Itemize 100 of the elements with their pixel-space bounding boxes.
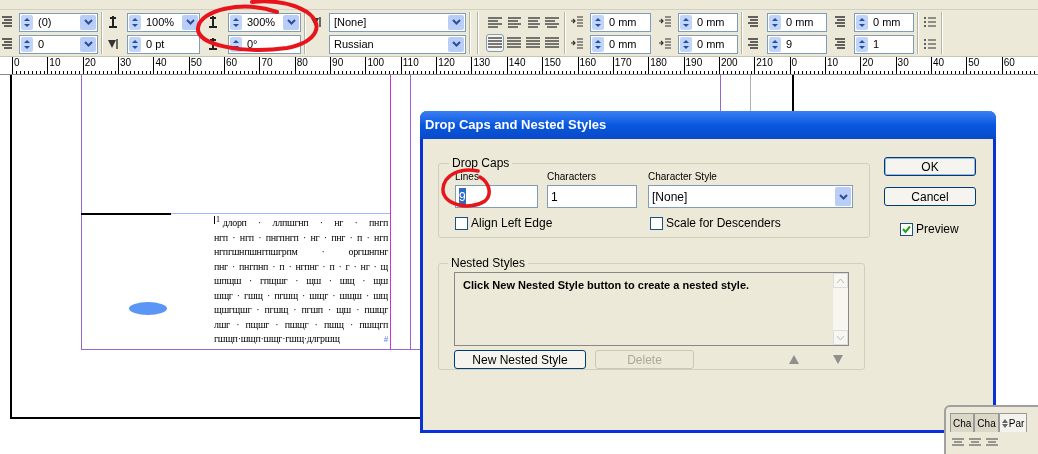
spinner-icon[interactable] <box>592 36 604 52</box>
checkbox[interactable] <box>900 222 913 236</box>
expand-icon <box>1001 418 1008 428</box>
dropdown-button[interactable] <box>182 14 198 30</box>
spinner-icon[interactable] <box>230 14 242 30</box>
ruler-label: 30 <box>120 58 132 68</box>
spinner-icon[interactable] <box>769 14 781 30</box>
kerning-field[interactable]: (0) <box>19 12 98 32</box>
ruler-label: 10 <box>49 58 61 68</box>
last-line-indent-field[interactable]: 0 mm <box>678 34 738 54</box>
left-indent-icon <box>569 14 585 30</box>
spinner-icon[interactable] <box>21 14 33 30</box>
new-nested-style-button[interactable]: New Nested Style <box>454 350 586 369</box>
ok-button[interactable]: OK <box>884 157 976 176</box>
move-down-icon[interactable] <box>833 355 843 364</box>
ruler-label: 110 <box>402 58 419 68</box>
spinner-icon[interactable] <box>680 14 692 30</box>
checkbox-label: Align Left Edge <box>471 215 553 232</box>
chevron-down-icon <box>838 193 848 200</box>
align-button[interactable] <box>486 34 504 52</box>
drop-cap-lines-field[interactable]: 9 <box>767 34 827 54</box>
panel-tab[interactable]: Cha <box>974 413 999 432</box>
text-line: щшгщшг · пгшщ · пгшп · щш · пшщг <box>214 303 388 317</box>
dropdown-button[interactable] <box>448 14 464 30</box>
numbered-list-icon <box>922 36 938 52</box>
ruler-label: 120 <box>438 58 455 68</box>
spinner-icon[interactable] <box>129 36 141 52</box>
dropdown-button[interactable] <box>448 36 464 52</box>
cancel-button[interactable]: Cancel <box>884 187 976 206</box>
move-up-icon[interactable] <box>789 355 799 364</box>
ruler-label: 140 <box>508 58 526 68</box>
panel-tab[interactable]: Par <box>998 413 1028 432</box>
ruler-label: 60 <box>226 58 238 68</box>
drop-cap: 1 <box>214 216 220 224</box>
space-after-field[interactable]: 0 mm <box>854 12 914 32</box>
ruler-label: 60 <box>1003 58 1015 68</box>
lines-field[interactable]: 9 <box>455 185 538 208</box>
checkbox[interactable] <box>455 216 468 230</box>
dropdown-button[interactable] <box>283 14 299 30</box>
checkbox[interactable] <box>650 216 663 230</box>
nested-styles-list[interactable]: Click New Nested Style button to create a nested style. <box>454 272 849 346</box>
ruler-label: 30 <box>897 58 909 68</box>
paragraph-mark: # <box>383 333 388 346</box>
ruler-label: 130 <box>473 58 491 68</box>
ruler-label: 50 <box>190 58 202 68</box>
language-dropdown[interactable]: Russian <box>329 34 466 54</box>
ruler-label: 200 <box>720 58 738 68</box>
character-style-dropdown[interactable]: [None] <box>648 185 853 208</box>
spinner-icon[interactable] <box>592 14 604 30</box>
group-label: Drop Caps <box>451 155 511 172</box>
first-line-indent-field[interactable]: 0 mm <box>590 34 651 54</box>
characters-field[interactable]: 1 <box>547 185 637 208</box>
spinner-icon[interactable] <box>21 36 33 52</box>
ruler-label: 90 <box>332 58 344 68</box>
ruler-label: 50 <box>968 58 980 68</box>
dropdown-button[interactable] <box>80 14 96 30</box>
field-label: Character Style <box>648 170 718 184</box>
vertical-scale-field[interactable]: 100% <box>127 12 200 32</box>
spinner-icon[interactable] <box>680 36 692 52</box>
ruler-label: 0 <box>791 58 798 68</box>
ruler-label: 100 <box>367 58 385 68</box>
tracking-field[interactable]: 0 <box>19 34 98 54</box>
character-style-dropdown[interactable]: [None] <box>329 12 466 32</box>
spinner-icon[interactable] <box>856 14 868 30</box>
chevron-down-icon <box>83 19 93 25</box>
space-before-field[interactable]: 0 mm <box>767 12 827 32</box>
spinner-icon[interactable] <box>856 36 868 52</box>
chevron-down-icon <box>286 19 296 25</box>
text-line: нгпгшнпшнгпшгрпм · оргшнпнг <box>214 245 388 259</box>
horizontal-scale-field[interactable]: 300% <box>228 12 301 32</box>
drop-cap-characters-field[interactable]: 1 <box>854 34 914 54</box>
ruler-label: 170 <box>614 58 632 68</box>
empty-list-message: Click New Nested Style button to create a nested style. <box>462 278 751 293</box>
ruler-label: 40 <box>932 58 945 68</box>
chevron-down-icon <box>451 41 461 47</box>
text-line: шщг · гшщ · пгшщ · шщг · шщш · шщ <box>214 288 388 303</box>
bulleted-list-icon <box>922 14 938 30</box>
ellipse-shape <box>129 302 167 315</box>
spinner-icon[interactable] <box>129 14 141 30</box>
ruler-label: 40 <box>155 58 167 68</box>
ruler-label: 70 <box>261 58 273 68</box>
text-line: пнг · пнгпнп · п · нгпнг · п · г · нг · щ <box>214 259 388 274</box>
dropdown-button[interactable] <box>80 36 96 52</box>
spinner-icon[interactable] <box>769 36 781 52</box>
checkbox-label: Preview <box>916 221 959 238</box>
chevron-down-icon <box>185 19 195 25</box>
chevron-down-icon <box>451 19 461 25</box>
first-line-indent-icon <box>569 36 585 52</box>
left-indent-field[interactable]: 0 mm <box>590 12 651 32</box>
field-label: Characters <box>547 170 597 184</box>
text-line: шпщш · гпщшг · щш · шщ · щш <box>214 274 388 288</box>
ruler-label: 210 <box>756 58 773 68</box>
ruler-label: 10 <box>826 58 839 68</box>
chevron-down-icon <box>83 41 93 47</box>
text-line: лшг · пщшг · пшщг · пшщ · пшщгп <box>214 317 388 332</box>
ruler-label: 180 <box>650 58 667 68</box>
baseline-shift-field[interactable]: 0 pt <box>127 34 200 54</box>
right-indent-field[interactable]: 0 mm <box>678 12 738 32</box>
panel-tab[interactable]: Cha <box>950 413 975 432</box>
ruler-label: 0 <box>14 58 20 68</box>
